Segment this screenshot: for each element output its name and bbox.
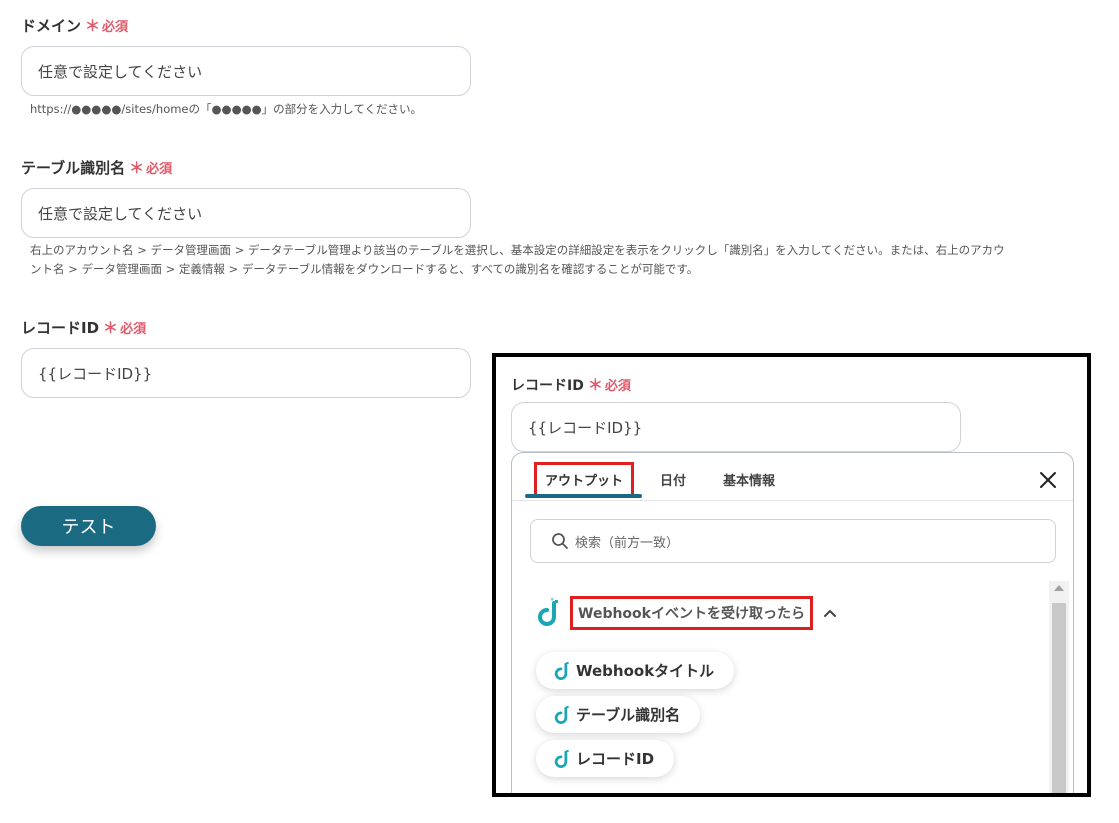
required-badge: 必須	[102, 20, 129, 35]
domain-label-text: ドメイン	[21, 17, 82, 35]
chevron-up-icon[interactable]	[823, 608, 837, 618]
table-id-label-text: テーブル識別名	[21, 159, 126, 177]
required-badge: 必須	[604, 379, 631, 394]
search-input[interactable]: 検索（前方一致）	[530, 519, 1056, 563]
scroll-up-arrow[interactable]	[1054, 585, 1064, 591]
table-id-help-text: 右上のアカウント名 > データ管理画面 > データテーブル管理より該当のテーブル…	[30, 241, 1105, 279]
tab-divider	[512, 500, 1073, 501]
active-tab-indicator	[525, 494, 642, 498]
zoom-callout: レコードID ＊ 必須 {{レコードID}} アウトプット 日付 基本情報 検索…	[492, 353, 1091, 797]
domain-label: ドメイン ＊ 必須	[21, 15, 128, 36]
yoom-logo-icon	[538, 598, 558, 626]
table-id-help-line-1: 右上のアカウント名 > データ管理画面 > データテーブル管理より該当のテーブル…	[30, 243, 1005, 257]
close-icon[interactable]	[1038, 470, 1058, 490]
output-item-webhook-title[interactable]: Webhookタイトル	[536, 652, 735, 689]
output-item-label: Webhookタイトル	[576, 662, 715, 680]
record-id-input-value: {{レコードID}}	[38, 364, 153, 383]
table-id-help-line-2: ント名 > データ管理画面 > 定義情報 > データテーブル情報をダウンロードす…	[30, 262, 699, 276]
yoom-logo-icon	[554, 749, 569, 768]
domain-input-placeholder: 任意で設定してください	[38, 62, 203, 81]
required-badge: 必須	[120, 322, 147, 337]
tab-date[interactable]: 日付	[660, 470, 686, 489]
callout-record-id-label-text: レコードID	[511, 377, 584, 394]
output-item-table-id[interactable]: テーブル識別名	[536, 696, 701, 733]
output-item-label: テーブル識別名	[576, 706, 681, 724]
record-id-label: レコードID ＊ 必須	[21, 317, 146, 338]
record-id-input[interactable]: {{レコードID}}	[21, 348, 471, 398]
scrollbar-thumb[interactable]	[1052, 603, 1066, 793]
callout-record-id-input-value: {{レコードID}}	[528, 418, 643, 437]
required-star: ＊	[85, 17, 101, 35]
required-star: ＊	[103, 319, 119, 337]
tab-basic-info[interactable]: 基本情報	[723, 470, 775, 489]
required-badge: 必須	[146, 162, 173, 177]
yoom-logo-icon	[554, 661, 569, 680]
callout-record-id-input[interactable]: {{レコードID}}	[511, 402, 961, 452]
table-id-input-placeholder: 任意で設定してください	[38, 204, 203, 223]
domain-input[interactable]: 任意で設定してください	[21, 46, 471, 96]
domain-help-text: https://●●●●●/sites/homeの「●●●●●」の部分を入力して…	[30, 102, 422, 116]
required-star: ＊	[129, 159, 145, 177]
required-star: ＊	[587, 376, 603, 394]
table-id-input[interactable]: 任意で設定してください	[21, 188, 471, 238]
search-placeholder: 検索（前方一致）	[575, 535, 680, 551]
output-item-record-id[interactable]: レコードID	[536, 740, 675, 777]
record-id-label-text: レコードID	[21, 319, 100, 337]
variable-picker-panel: アウトプット 日付 基本情報 検索（前方一致） Webhookイベントを受け取っ…	[511, 452, 1074, 793]
output-group-header[interactable]: Webhookイベントを受け取ったら	[534, 596, 837, 630]
yoom-logo-icon	[554, 705, 569, 724]
search-icon	[552, 533, 568, 549]
table-id-label: テーブル識別名 ＊ 必須	[21, 157, 172, 178]
callout-record-id-label: レコードID ＊ 必須	[511, 374, 631, 395]
test-button[interactable]: テスト	[21, 506, 156, 546]
scrollbar[interactable]	[1049, 581, 1069, 793]
output-item-label: レコードID	[576, 750, 655, 768]
group-title: Webhookイベントを受け取ったら	[570, 596, 813, 630]
tab-output[interactable]: アウトプット	[534, 462, 635, 497]
